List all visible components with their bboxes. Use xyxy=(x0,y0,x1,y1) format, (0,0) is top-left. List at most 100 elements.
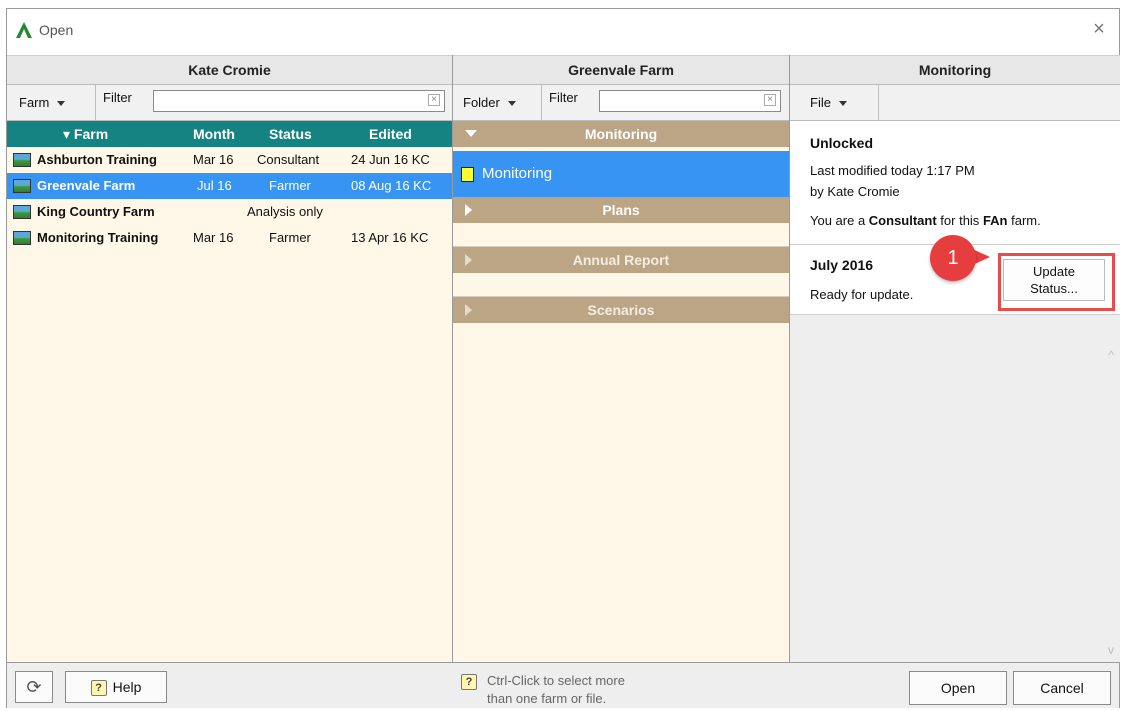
farm-status: Analysis only xyxy=(247,204,323,219)
role-value: Consultant xyxy=(868,213,937,228)
help-label: Help xyxy=(112,679,142,695)
toolbar-divider xyxy=(95,85,96,121)
scroll-up-icon[interactable]: ^ xyxy=(1108,348,1114,362)
filter-label: Filter xyxy=(549,90,578,105)
help-icon: ? xyxy=(90,680,107,697)
close-icon[interactable]: × xyxy=(1087,17,1111,41)
farm-month: Mar 16 xyxy=(193,230,234,245)
farm-filter-input[interactable] xyxy=(153,90,445,112)
folder-dropdown[interactable]: Folder xyxy=(457,91,516,115)
file-item-selected[interactable]: Monitoring xyxy=(453,151,789,197)
open-button[interactable]: Open xyxy=(909,671,1007,705)
scroll-down-icon[interactable]: v xyxy=(1108,643,1114,657)
farm-status: Farmer xyxy=(269,230,311,245)
folder-toolbar: Folder Filter × xyxy=(453,85,789,121)
folder-filter-input[interactable] xyxy=(599,90,781,112)
farm-name: Monitoring Training xyxy=(37,230,159,245)
hint-icon: ? xyxy=(461,674,477,690)
cancel-button[interactable]: Cancel xyxy=(1013,671,1111,705)
lock-info-panel: Unlocked Last modified today 1:17 PM by … xyxy=(790,121,1120,245)
folder-monitoring[interactable]: Monitoring xyxy=(453,121,789,147)
farm-column-header: Kate Cromie xyxy=(7,55,452,85)
farm-month: Jul 16 xyxy=(197,178,232,193)
farm-landscape-icon xyxy=(13,179,31,193)
modified-by: by Kate Cromie xyxy=(810,184,900,199)
expand-down-icon xyxy=(465,130,477,137)
open-dialog: Open × Kate Cromie Farm Filter × ▾ Farm … xyxy=(6,8,1120,708)
hint-line-1: Ctrl-Click to select more xyxy=(487,673,625,688)
clear-filter-icon[interactable]: × xyxy=(764,94,776,106)
col-header-month[interactable]: Month xyxy=(193,126,235,142)
window-title: Open xyxy=(39,22,74,38)
farm-column: Kate Cromie Farm Filter × ▾ Farm Month S… xyxy=(7,55,453,662)
farm-status: Consultant xyxy=(257,152,320,167)
farm-row[interactable]: King Country Farm Analysis only xyxy=(7,199,452,225)
file-info-column: Monitoring File Unlocked Last modified t… xyxy=(790,55,1120,662)
chevron-down-icon xyxy=(57,101,66,107)
folder-label: Plans xyxy=(602,202,640,218)
toolbar-divider xyxy=(878,85,879,121)
col-header-status[interactable]: Status xyxy=(269,126,312,142)
file-dropdown-label: File xyxy=(810,95,831,110)
expand-right-icon xyxy=(465,254,472,266)
folder-scenarios[interactable]: Scenarios xyxy=(453,297,789,323)
farm-month: Mar 16 xyxy=(193,152,234,167)
product-name: FAn xyxy=(982,213,1008,228)
file-label: Monitoring xyxy=(482,165,553,182)
folder-label: Monitoring xyxy=(584,126,658,142)
role-statement: You are a Consultant for this FAn farm. xyxy=(810,213,1041,228)
folder-column-header: Greenvale Farm xyxy=(453,55,789,85)
folder-dropdown-label: Folder xyxy=(463,95,500,110)
chevron-down-icon xyxy=(838,101,847,107)
hint-line-2: than one farm or file. xyxy=(487,691,607,706)
farm-status: Farmer xyxy=(269,178,311,193)
farm-edited: 08 Aug 16 KC xyxy=(351,178,432,193)
folder-spacer xyxy=(453,223,789,247)
farm-row[interactable]: Ashburton Training Mar 16 Consultant 24 … xyxy=(7,147,452,173)
expand-right-icon xyxy=(465,204,472,216)
title-bar: Open × xyxy=(7,9,1119,55)
document-icon xyxy=(461,167,474,182)
farm-name: Ashburton Training xyxy=(37,152,157,167)
expand-right-icon xyxy=(465,304,472,316)
annotation-highlight-box xyxy=(998,253,1115,311)
farm-landscape-icon xyxy=(13,231,31,245)
folder-plans[interactable]: Plans xyxy=(453,197,789,223)
col-header-edited[interactable]: Edited xyxy=(369,126,412,142)
refresh-button[interactable]: ⟳ xyxy=(15,671,53,703)
col-header-farm[interactable]: ▾ Farm xyxy=(63,126,108,143)
farm-row[interactable]: Monitoring Training Mar 16 Farmer 13 Apr… xyxy=(7,225,452,251)
app-logo-icon xyxy=(16,22,32,38)
farm-table-header: ▾ Farm Month Status Edited xyxy=(7,121,452,147)
farm-dropdown[interactable]: Farm xyxy=(13,91,66,115)
toolbar-divider xyxy=(541,85,542,121)
chevron-down-icon xyxy=(507,101,516,107)
farm-name: Greenvale Farm xyxy=(37,178,136,193)
farm-row-selected[interactable]: Greenvale Farm Jul 16 Farmer 08 Aug 16 K… xyxy=(7,173,452,199)
period-panel: July 2016 Ready for update. Update Statu… xyxy=(790,235,1120,315)
farm-landscape-icon xyxy=(13,153,31,167)
last-modified: Last modified today 1:17 PM xyxy=(810,163,975,178)
file-toolbar: File xyxy=(790,85,1120,121)
clear-filter-icon[interactable]: × xyxy=(428,94,440,106)
folder-annual-report[interactable]: Annual Report xyxy=(453,247,789,273)
annotation-step-badge: 1 xyxy=(930,235,976,281)
file-dropdown[interactable]: File xyxy=(804,91,847,115)
folder-spacer xyxy=(453,273,789,297)
period-label: July 2016 xyxy=(810,257,874,273)
file-column-header: Monitoring xyxy=(790,55,1120,85)
dialog-footer: ⟳ ? Help ? Ctrl-Click to select more than … xyxy=(7,662,1119,708)
lock-status: Unlocked xyxy=(810,135,874,151)
farm-toolbar: Farm Filter × xyxy=(7,85,452,121)
folder-label: Scenarios xyxy=(587,302,655,318)
folder-label: Annual Report xyxy=(572,252,670,268)
farm-edited: 24 Jun 16 KC xyxy=(351,152,430,167)
farm-landscape-icon xyxy=(13,205,31,219)
refresh-icon: ⟳ xyxy=(26,677,42,697)
help-button[interactable]: ? Help xyxy=(65,671,167,703)
farm-dropdown-label: Farm xyxy=(19,95,50,110)
filter-label: Filter xyxy=(103,90,132,105)
folder-column: Greenvale Farm Folder Filter × Monitorin… xyxy=(453,55,790,662)
period-status: Ready for update. xyxy=(810,287,914,302)
farm-name: King Country Farm xyxy=(37,204,155,219)
